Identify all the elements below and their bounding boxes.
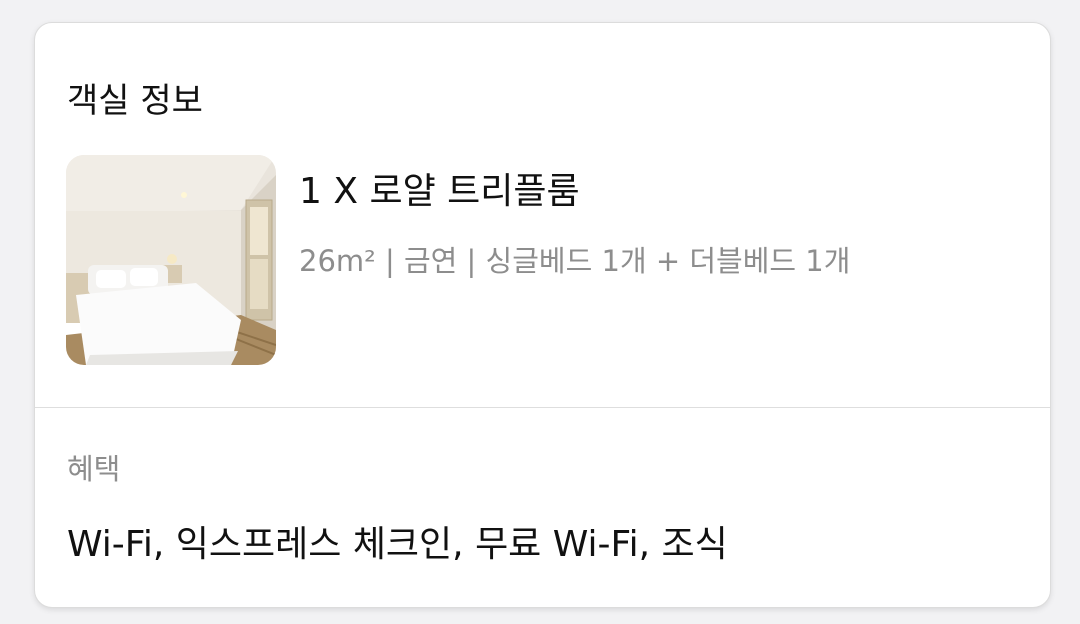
benefits-label: 혜택 [67, 452, 121, 486]
room-name: 1 X 로얄 트리플룸 [299, 171, 580, 212]
room-details: 26m² | 금연 | 싱글베드 1개 + 더블베드 1개 [299, 244, 851, 278]
section-title: 객실 정보 [67, 81, 203, 121]
room-photo[interactable] [66, 155, 276, 365]
divider [35, 407, 1050, 408]
room-info-card: 객실 정보 1 X 로얄 트리플룸 26m² | 금연 | 싱글베드 1개 + … [34, 22, 1051, 608]
benefits-value: Wi-Fi, 익스프레스 체크인, 무료 Wi-Fi, 조식 [67, 524, 728, 565]
